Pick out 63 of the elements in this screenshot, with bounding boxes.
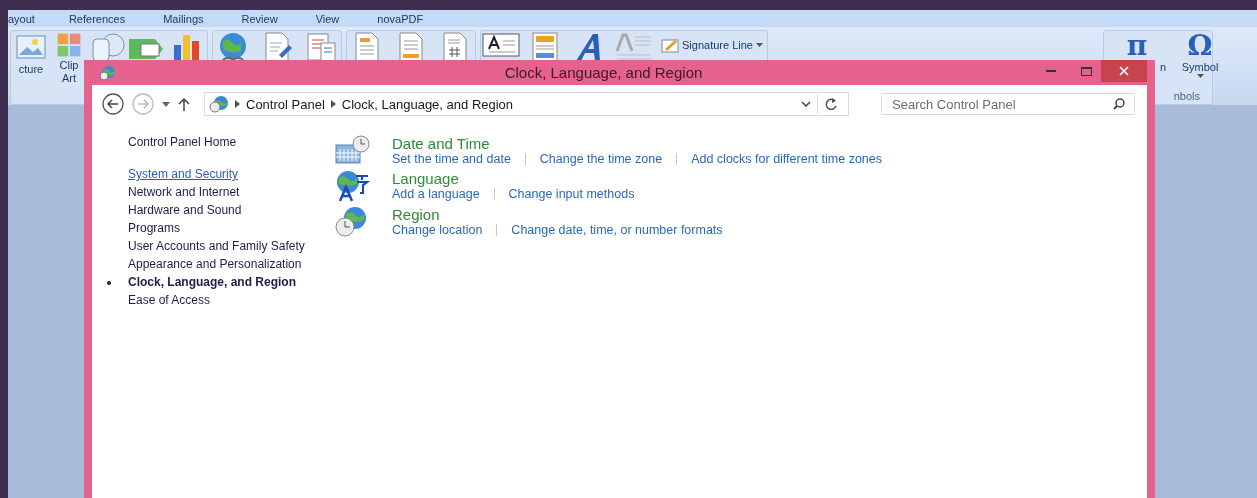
- signature-line-button[interactable]: Signature Line: [661, 35, 763, 55]
- ribbon-button-label[interactable]: Symbol: [1181, 61, 1219, 74]
- search-icon: [1113, 98, 1125, 110]
- sidebar-item[interactable]: Appearance and Personalization: [128, 258, 313, 271]
- control-panel-icon: [209, 95, 229, 113]
- task-link[interactable]: Set the time and date: [392, 152, 511, 166]
- document-icon: [305, 31, 337, 63]
- breadcrumb[interactable]: Control Panel: [246, 96, 325, 112]
- selected-bullet: [107, 281, 111, 285]
- task-link[interactable]: Change the time zone: [539, 152, 663, 166]
- breadcrumb[interactable]: Clock, Language, and Region: [341, 96, 514, 112]
- task-link[interactable]: Add a language: [392, 187, 480, 201]
- sidebar-item[interactable]: Hardware and Sound: [128, 204, 313, 217]
- ribbon-button-label[interactable]: Clip Art: [55, 59, 83, 85]
- symbol-glyph[interactable]: π: [1126, 31, 1148, 61]
- calendar-clock-icon: [334, 135, 370, 165]
- ribbon-tab[interactable]: References: [68, 12, 144, 25]
- globe-letter-icon: [334, 170, 370, 202]
- ribbon-button-label[interactable]: n: [1159, 61, 1166, 74]
- control-panel-home-link[interactable]: Control Panel Home: [128, 135, 334, 149]
- clip-art-icon: [55, 31, 83, 59]
- category-title[interactable]: Date and Time: [392, 135, 882, 152]
- caret-icon: [1196, 74, 1204, 78]
- chevron-down-icon[interactable]: [801, 101, 811, 107]
- sidebar-item[interactable]: System and Security: [128, 168, 313, 181]
- chevron-right-icon: [330, 100, 336, 108]
- address-bar[interactable]: Control Panel Clock, Language, and Region: [204, 92, 849, 116]
- ribbon-tab[interactable]: View: [315, 12, 358, 25]
- search-field[interactable]: Search Control Panel: [881, 93, 1135, 115]
- recent-pages-caret-icon[interactable]: [162, 101, 170, 107]
- text-box-icon: [481, 31, 521, 59]
- group-label: nbols: [1172, 90, 1201, 104]
- task-link[interactable]: Change date, time, or number formats: [511, 223, 723, 237]
- signature-pen-icon: [661, 37, 679, 53]
- task-link[interactable]: Change location: [392, 223, 483, 237]
- sidebar-item[interactable]: Clock, Language, and Region: [128, 276, 313, 289]
- task-link[interactable]: Add clocks for different time zones: [691, 152, 882, 166]
- window-title: Clock, Language, and Region: [503, 64, 704, 81]
- caret-icon: [755, 43, 763, 47]
- symbol-glyph[interactable]: Ω: [1187, 31, 1213, 61]
- chevron-right-icon: [235, 100, 240, 108]
- sidebar-item[interactable]: Network and Internet: [128, 186, 313, 199]
- sidebar-item[interactable]: Ease of Access: [128, 294, 313, 307]
- sidebar-item[interactable]: User Accounts and Family Safety: [128, 240, 313, 253]
- quick-parts-icon: [529, 31, 561, 63]
- close-icon: [1119, 66, 1129, 76]
- task-link[interactable]: Change input methods: [508, 187, 635, 201]
- back-button[interactable]: [102, 93, 124, 115]
- ribbon-button-label[interactable]: cture: [18, 63, 44, 76]
- category-title[interactable]: Region: [392, 206, 723, 223]
- minimize-icon: [1046, 70, 1056, 72]
- category-title[interactable]: Language: [392, 170, 635, 187]
- ribbon-tab[interactable]: Review: [241, 12, 296, 25]
- drop-cap-icon: [613, 31, 653, 63]
- ribbon-tab[interactable]: ayout: [8, 12, 53, 25]
- maximize-icon: [1080, 66, 1092, 76]
- control-panel-icon: [98, 64, 116, 81]
- ribbon-tab[interactable]: novaPDF: [377, 12, 442, 25]
- close-button[interactable]: [1101, 60, 1147, 82]
- sidebar-item[interactable]: Programs: [128, 222, 313, 235]
- ribbon-tab[interactable]: Mailings: [163, 12, 222, 25]
- refresh-icon[interactable]: [824, 97, 838, 111]
- up-arrow-icon[interactable]: [178, 97, 190, 111]
